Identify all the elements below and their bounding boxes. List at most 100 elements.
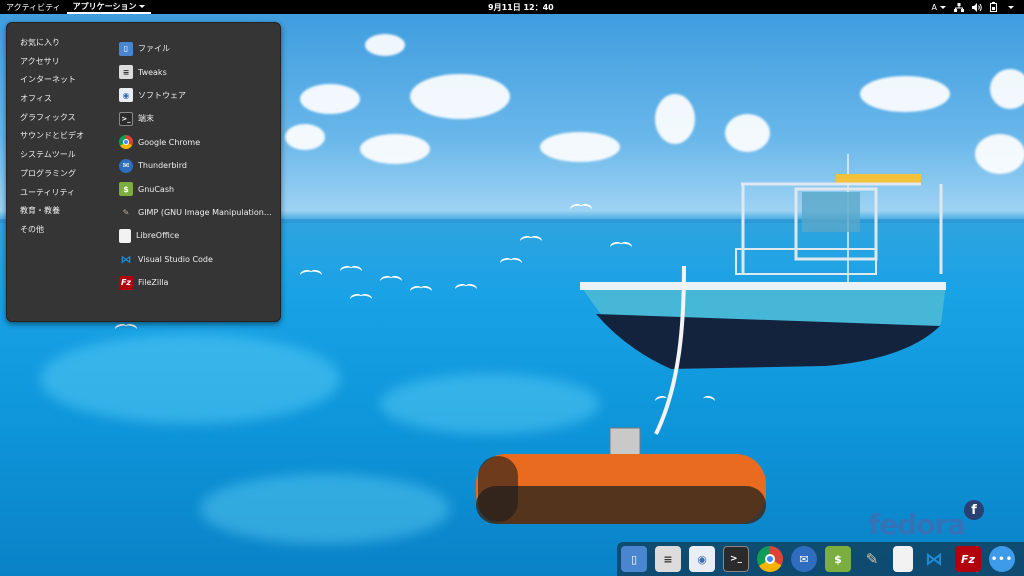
app-label: FileZilla xyxy=(138,278,169,288)
seagull xyxy=(610,242,632,248)
fedora-watermark: fedora xyxy=(868,508,966,541)
app-item-vscode[interactable]: ⋈ Visual Studio Code xyxy=(119,248,279,271)
category-utilities[interactable]: ユーティリティ xyxy=(20,187,84,206)
cloud xyxy=(300,84,360,114)
seagull xyxy=(520,236,542,242)
seagull xyxy=(380,276,402,282)
dock-tweaks-icon[interactable]: ≡ xyxy=(655,546,681,572)
input-method-indicator[interactable]: A xyxy=(932,3,946,12)
app-item-chrome[interactable]: Google Chrome xyxy=(119,131,279,154)
dock-vscode-icon[interactable]: ⋈ xyxy=(921,546,947,572)
category-education[interactable]: 教育・教養 xyxy=(20,205,84,224)
software-icon: ◉ xyxy=(119,88,133,103)
vscode-icon: ⋈ xyxy=(120,252,132,266)
category-favorites[interactable]: お気に入り xyxy=(20,37,84,56)
orange-buoy xyxy=(476,427,766,524)
dock-gimp-icon[interactable]: ✎ xyxy=(859,546,885,572)
app-label: LibreOffice xyxy=(136,231,180,241)
app-item-gimp[interactable]: ✎ GIMP (GNU Image Manipulation… xyxy=(119,201,279,224)
app-label: 端末 xyxy=(138,114,154,124)
cloud xyxy=(410,74,510,119)
seagull xyxy=(570,204,592,210)
dock: ▯ ≡ ◉ >_ ✉ $ ✎ ⋈ Fz ••• xyxy=(617,542,1024,576)
seagull xyxy=(655,396,715,402)
app-label: ファイル xyxy=(138,44,170,54)
cloud xyxy=(655,94,695,144)
category-accessories[interactable]: アクセサリ xyxy=(20,56,84,75)
dock-files-icon[interactable]: ▯ xyxy=(621,546,647,572)
dock-gnucash-icon[interactable]: $ xyxy=(825,546,851,572)
app-label: Visual Studio Code xyxy=(138,254,213,264)
volume-icon xyxy=(972,2,982,12)
chrome-center-dot xyxy=(123,139,129,146)
dock-chrome-icon[interactable] xyxy=(757,546,783,572)
battery-icon xyxy=(990,2,997,12)
fedora-logo-icon: f xyxy=(964,500,984,520)
shallow-water xyxy=(200,474,450,544)
shallow-water xyxy=(40,334,340,424)
category-office[interactable]: オフィス xyxy=(20,93,84,112)
terminal-icon: >_ xyxy=(119,111,133,126)
app-item-gnucash[interactable]: $ GnuCash xyxy=(119,177,279,200)
seagull xyxy=(410,286,432,292)
applications-label: アプリケーション xyxy=(72,1,137,11)
cloud xyxy=(975,134,1024,174)
top-bar: アクティビティ アプリケーション 9月11日 12：40 A xyxy=(0,0,1024,14)
chevron-down-icon xyxy=(940,5,946,9)
app-list: ▯ ファイル ≡ Tweaks ◉ ソフトウェア >_ 端末 Google Ch… xyxy=(119,37,279,294)
chevron-down-icon xyxy=(1008,5,1014,9)
app-item-thunderbird[interactable]: ✉ Thunderbird xyxy=(119,154,279,177)
app-item-files[interactable]: ▯ ファイル xyxy=(119,37,279,60)
seagull xyxy=(350,294,372,300)
cloud xyxy=(365,34,405,56)
seagull xyxy=(455,284,477,290)
gimp-icon: ✎ xyxy=(122,207,130,217)
app-item-software[interactable]: ◉ ソフトウェア xyxy=(119,84,279,107)
gnucash-icon: $ xyxy=(119,182,133,197)
app-item-terminal[interactable]: >_ 端末 xyxy=(119,107,279,130)
category-internet[interactable]: インターネット xyxy=(20,74,84,93)
dock-software-icon[interactable]: ◉ xyxy=(689,546,715,572)
category-other[interactable]: その他 xyxy=(20,224,84,243)
seagull xyxy=(300,270,322,276)
seagull xyxy=(115,324,137,330)
cloud xyxy=(285,124,325,150)
filezilla-icon: Fz xyxy=(119,275,133,290)
app-label: Tweaks xyxy=(138,67,167,77)
network-icon xyxy=(954,2,964,12)
tweaks-icon: ≡ xyxy=(119,65,133,80)
cloud xyxy=(360,134,430,164)
cloud xyxy=(725,114,770,152)
system-tray[interactable]: A xyxy=(932,0,1014,14)
app-item-filezilla[interactable]: Fz FileZilla xyxy=(119,271,279,294)
applications-menu: お気に入り アクセサリ インターネット オフィス グラフィックス サウンドとビデ… xyxy=(6,22,281,322)
dock-terminal-icon[interactable]: >_ xyxy=(723,546,749,572)
cloud xyxy=(990,69,1024,109)
app-item-libreoffice[interactable]: LibreOffice xyxy=(119,224,279,247)
files-icon: ▯ xyxy=(119,41,133,56)
app-label: GIMP (GNU Image Manipulation… xyxy=(138,207,272,217)
dock-filezilla-icon[interactable]: Fz xyxy=(955,546,981,572)
chrome-center-dot xyxy=(765,554,775,564)
seagull xyxy=(340,266,362,272)
category-list: お気に入り アクセサリ インターネット オフィス グラフィックス サウンドとビデ… xyxy=(20,37,84,243)
app-item-tweaks[interactable]: ≡ Tweaks xyxy=(119,60,279,83)
applications-menu-button[interactable]: アプリケーション xyxy=(66,0,152,14)
clock[interactable]: 9月11日 12：40 xyxy=(482,0,560,14)
app-label: GnuCash xyxy=(138,184,175,194)
dock-libreoffice-icon[interactable] xyxy=(893,546,913,572)
shallow-water xyxy=(380,374,600,434)
libreoffice-icon xyxy=(119,228,131,243)
activities-button[interactable]: アクティビティ xyxy=(0,0,67,14)
category-system-tools[interactable]: システムツール xyxy=(20,149,84,168)
dock-thunderbird-icon[interactable]: ✉ xyxy=(791,546,817,572)
category-graphics[interactable]: グラフィックス xyxy=(20,112,84,131)
chrome-icon xyxy=(119,135,133,150)
category-sound-video[interactable]: サウンドとビデオ xyxy=(20,130,84,149)
thunderbird-icon: ✉ xyxy=(119,158,133,173)
chevron-down-icon xyxy=(139,4,146,8)
category-programming[interactable]: プログラミング xyxy=(20,168,84,187)
show-apps-icon[interactable]: ••• xyxy=(989,546,1015,572)
cloud xyxy=(860,76,950,112)
app-label: Google Chrome xyxy=(138,137,201,147)
